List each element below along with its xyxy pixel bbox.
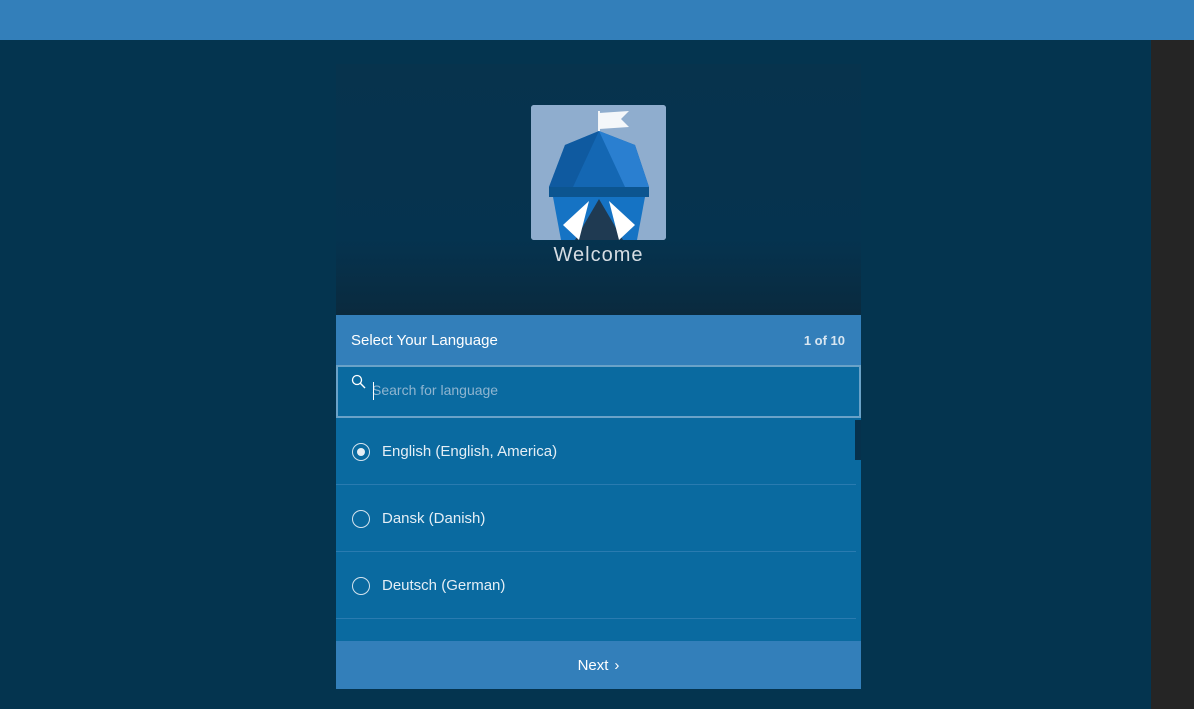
language-list[interactable]: English (English, America) Dansk (Danish… [336, 418, 861, 641]
welcome-title: Welcome [553, 244, 644, 266]
language-search [336, 365, 861, 418]
language-item-deutsch[interactable]: Deutsch (German) [336, 552, 856, 619]
language-header: Select Your Language 1 of 10 [336, 315, 861, 365]
language-heading: Select Your Language [351, 332, 498, 349]
language-label: English (English, America) [382, 443, 558, 460]
step-counter: 1 of 10 [803, 333, 845, 348]
language-label: Deutsch (German) [382, 577, 506, 594]
next-button[interactable]: Next › [336, 641, 861, 689]
side-panel [1151, 40, 1194, 709]
welcome-hero: Welcome [336, 64, 861, 315]
language-item-dansk[interactable]: Dansk (Danish) [336, 485, 856, 552]
language-item-english[interactable]: English (English, America) [336, 418, 856, 485]
search-input[interactable] [372, 379, 842, 401]
radio-button-selected[interactable] [352, 443, 370, 461]
text-cursor [373, 382, 374, 400]
search-icon [351, 374, 366, 389]
radio-button[interactable] [352, 510, 370, 528]
radio-button[interactable] [352, 577, 370, 595]
language-label: Dansk (Danish) [382, 510, 486, 527]
next-label: Next [577, 656, 609, 674]
onboarding-card: Welcome Select Your Language 1 of 10 Eng… [336, 64, 861, 689]
chevron-right-icon: › [614, 656, 620, 674]
app-logo [531, 105, 666, 240]
top-bar [0, 0, 1194, 40]
